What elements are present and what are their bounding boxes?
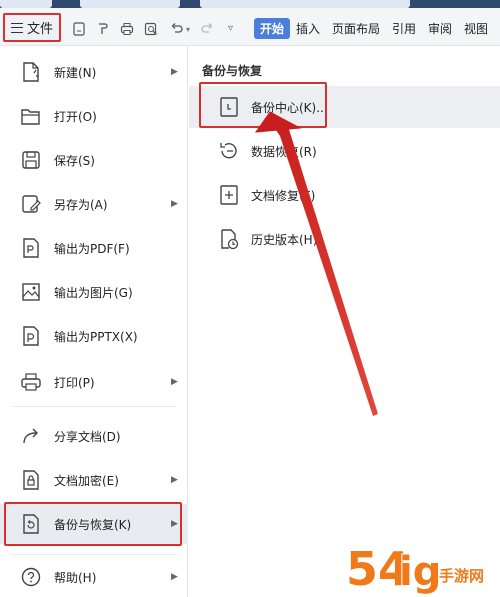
new-doc-icon[interactable] [72, 22, 86, 36]
submenu-item-doc-repair[interactable]: 文档修复(F) [189, 174, 500, 216]
submenu-arrow-icon: ▶ [171, 475, 178, 485]
menu-divider [12, 406, 176, 407]
menu-item-save[interactable]: 保存(S) [0, 140, 188, 180]
new-file-icon [23, 62, 39, 82]
history-icon [221, 229, 239, 250]
window-tab[interactable] [0, 0, 52, 8]
help-icon [21, 567, 41, 587]
redo-icon[interactable] [200, 22, 214, 36]
toolbar: 文件 ▾ ▿ 开始 插入 页面布局 引用 审阅 视图 [0, 8, 500, 46]
folder-open-icon [21, 109, 40, 125]
save-icon [22, 151, 40, 169]
svg-text:ig: ig [399, 549, 441, 595]
export-pdf-icon [23, 238, 39, 258]
submenu-item-history[interactable]: 历史版本(H) [189, 218, 500, 260]
undo-icon[interactable] [170, 22, 184, 36]
submenu-item-label: 文档修复(F) [251, 189, 316, 203]
format-painter-icon[interactable] [96, 22, 110, 36]
site-watermark: 54 ig 手游网 [344, 535, 494, 595]
export-pptx-icon [23, 326, 39, 346]
file-menu-label: 文件 [26, 22, 53, 37]
print-preview-icon[interactable] [144, 22, 158, 36]
highlight-box-backup-restore [4, 502, 182, 546]
menu-item-export-image[interactable]: 输出为图片(G) [0, 272, 188, 312]
menu-item-label: 新建(N) [54, 65, 97, 80]
submenu-item-label: 数据恢复(R) [251, 145, 317, 159]
menu-item-save-as[interactable]: 另存为(A) ▶ [0, 184, 188, 224]
data-recovery-icon [220, 143, 237, 159]
menu-item-export-pdf[interactable]: 输出为PDF(F) [0, 228, 188, 268]
svg-text:手游网: 手游网 [439, 567, 484, 585]
export-image-icon [22, 283, 40, 301]
window-tab[interactable] [80, 0, 180, 8]
tab-references[interactable]: 引用 [392, 20, 416, 37]
menu-item-label: 输出为PDF(F) [54, 241, 130, 256]
highlight-box-backup-center [199, 82, 327, 128]
menu-divider [12, 554, 176, 555]
menu-item-help[interactable]: 帮助(H) ▶ [0, 557, 188, 597]
menu-item-label: 保存(S) [54, 153, 95, 168]
menu-item-new[interactable]: 新建(N) ▶ [0, 52, 188, 92]
customize-icon[interactable]: ▿ [228, 23, 233, 34]
menu-item-label: 文档加密(E) [54, 473, 119, 488]
backup-restore-submenu: 备份与恢复 备份中心(K)... 数据恢复(R) 文档修复(F) 历史版本(H) [189, 46, 500, 597]
print-icon [21, 373, 41, 391]
undo-dropdown-icon[interactable]: ▾ [186, 25, 190, 34]
menu-item-open[interactable]: 打开(O) [0, 96, 188, 136]
submenu-item-data-recovery[interactable]: 数据恢复(R) [189, 130, 500, 172]
submenu-arrow-icon: ▶ [171, 199, 178, 209]
lock-icon [23, 470, 39, 490]
save-as-icon [22, 195, 41, 213]
menu-item-label: 输出为PPTX(X) [54, 329, 138, 344]
share-icon [23, 428, 38, 444]
submenu-arrow-icon: ▶ [171, 572, 178, 582]
menu-icon [10, 22, 23, 33]
menu-item-print[interactable]: 打印(P) ▶ [0, 362, 188, 402]
menu-item-export-pptx[interactable]: 输出为PPTX(X) [0, 316, 188, 356]
window-tab-document[interactable] [200, 0, 410, 8]
print-icon[interactable] [120, 22, 134, 36]
tab-insert[interactable]: 插入 [296, 20, 320, 37]
menu-item-label: 另存为(A) [54, 197, 108, 212]
window-title-strip [0, 0, 500, 8]
tab-home[interactable]: 开始 [254, 18, 291, 39]
file-menu-button[interactable]: 文件 [3, 13, 61, 42]
tab-page-layout[interactable]: 页面布局 [332, 20, 380, 37]
submenu-arrow-icon: ▶ [171, 67, 178, 77]
submenu-arrow-icon: ▶ [171, 377, 178, 387]
menu-item-encrypt[interactable]: 文档加密(E) ▶ [0, 460, 188, 500]
menu-item-label: 打印(P) [54, 375, 95, 390]
submenu-title: 备份与恢复 [202, 64, 263, 78]
tab-view[interactable]: 视图 [464, 20, 488, 37]
menu-item-label: 帮助(H) [54, 570, 97, 585]
menu-item-share[interactable]: 分享文档(D) [0, 416, 188, 456]
watermark-logo: 54 ig 手游网 [345, 541, 485, 595]
tab-review[interactable]: 审阅 [428, 20, 452, 37]
menu-item-label: 分享文档(D) [54, 429, 121, 444]
doc-repair-icon [220, 185, 238, 205]
menu-item-label: 打开(O) [54, 109, 97, 124]
menu-item-label: 输出为图片(G) [54, 285, 133, 300]
submenu-item-label: 历史版本(H) [251, 233, 318, 247]
